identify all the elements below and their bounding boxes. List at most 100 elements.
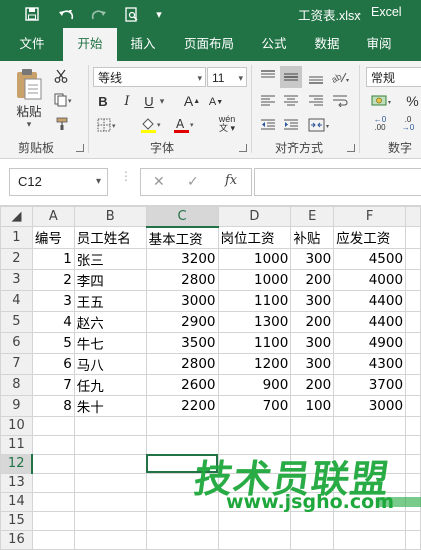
- clipboard-launcher-icon[interactable]: [76, 144, 84, 152]
- orientation-icon[interactable]: ab ▾: [330, 67, 352, 87]
- row-header[interactable]: 11: [0, 434, 33, 455]
- cell-g12[interactable]: [405, 453, 421, 474]
- cell-a4[interactable]: 3: [31, 289, 75, 312]
- cell-c6[interactable]: 3500: [145, 331, 219, 354]
- cell-e6[interactable]: 300: [290, 331, 335, 354]
- cell-g5[interactable]: [405, 310, 421, 333]
- column-header-f[interactable]: F: [333, 206, 407, 227]
- cell-g1[interactable]: [405, 226, 421, 249]
- cell-b2[interactable]: 张三: [73, 247, 147, 270]
- cell-b7[interactable]: 马八: [73, 352, 147, 375]
- cell-a8[interactable]: 7: [31, 373, 75, 396]
- cell-d16[interactable]: [217, 529, 292, 550]
- cell-e1[interactable]: 补贴: [290, 226, 335, 249]
- cell-f4[interactable]: 4400: [333, 289, 407, 312]
- cell-e4[interactable]: 300: [290, 289, 335, 312]
- cell-b14[interactable]: [73, 491, 147, 512]
- cell-a14[interactable]: [31, 491, 75, 512]
- cell-d9[interactable]: 700: [217, 394, 292, 417]
- cell-g13[interactable]: [405, 472, 421, 493]
- chevron-down-icon[interactable]: ▾: [96, 169, 101, 195]
- cell-b1[interactable]: 员工姓名: [73, 226, 147, 249]
- cell-d8[interactable]: 900: [217, 373, 292, 396]
- wrap-text-icon[interactable]: [330, 92, 350, 110]
- cell-d5[interactable]: 1300: [217, 310, 292, 333]
- cell-e3[interactable]: 200: [290, 268, 335, 291]
- percent-button[interactable]: %: [404, 92, 421, 110]
- underline-button[interactable]: U: [142, 92, 156, 110]
- cell-e16[interactable]: [290, 529, 335, 550]
- cell-a13[interactable]: [31, 472, 75, 493]
- cell-d2[interactable]: 1000: [217, 247, 292, 270]
- tab-data[interactable]: 数据: [305, 28, 349, 61]
- row-header[interactable]: 4: [0, 289, 33, 312]
- cell-d3[interactable]: 1000: [217, 268, 292, 291]
- select-all-corner[interactable]: ◢: [0, 206, 33, 227]
- cell-g16[interactable]: [405, 529, 421, 550]
- align-center-icon[interactable]: [281, 92, 301, 110]
- cell-a16[interactable]: [31, 529, 75, 550]
- insert-function-icon[interactable]: fx: [225, 173, 237, 188]
- increase-decimal-button[interactable]: ←0.00: [368, 114, 392, 134]
- tab-page-layout[interactable]: 页面布局: [175, 28, 243, 61]
- row-header[interactable]: 6: [0, 331, 33, 354]
- cell-c8[interactable]: 2600: [145, 373, 219, 396]
- cell-d7[interactable]: 1200: [217, 352, 292, 375]
- cell-g2[interactable]: [405, 247, 421, 270]
- merge-center-icon[interactable]: ▾: [306, 116, 334, 134]
- column-header-g[interactable]: [405, 206, 421, 227]
- increase-indent-icon[interactable]: [281, 116, 301, 134]
- enter-icon[interactable]: ✓: [187, 173, 199, 190]
- cell-b13[interactable]: [73, 472, 147, 493]
- cell-f1[interactable]: 应发工资: [333, 226, 407, 249]
- save-icon[interactable]: [22, 3, 42, 25]
- paste-dropdown-icon[interactable]: ▾: [22, 119, 36, 129]
- cell-a15[interactable]: [31, 510, 75, 531]
- cell-d4[interactable]: 1100: [217, 289, 292, 312]
- decrease-font-button[interactable]: A ▼: [207, 94, 225, 110]
- formula-bar-splitter[interactable]: ⋮: [120, 170, 132, 191]
- cell-b8[interactable]: 任九: [73, 373, 147, 396]
- cell-a1[interactable]: 编号: [31, 226, 75, 249]
- cell-d1[interactable]: 岗位工资: [217, 226, 292, 249]
- cell-b3[interactable]: 李四: [73, 268, 147, 291]
- cell-b6[interactable]: 牛七: [73, 331, 147, 354]
- cell-e9[interactable]: 100: [290, 394, 335, 417]
- tab-formulas[interactable]: 公式: [252, 28, 296, 61]
- cell-g10[interactable]: [405, 415, 421, 436]
- column-header-c[interactable]: C: [145, 206, 219, 228]
- fill-color-icon[interactable]: ▾: [138, 116, 166, 134]
- cell-a2[interactable]: 1: [31, 247, 75, 270]
- cell-f8[interactable]: 3700: [333, 373, 407, 396]
- row-header[interactable]: 7: [0, 352, 33, 375]
- row-header[interactable]: 15: [0, 510, 33, 531]
- redo-icon[interactable]: [86, 3, 114, 25]
- row-header[interactable]: 2: [0, 247, 33, 270]
- align-middle-icon[interactable]: [280, 66, 302, 88]
- phonetic-guide-button[interactable]: wén 文 ▾: [214, 114, 240, 134]
- cell-g6[interactable]: [405, 331, 421, 354]
- cell-c10[interactable]: [145, 415, 219, 436]
- cell-g9[interactable]: [405, 394, 421, 417]
- font-name-dropdown[interactable]: 等线 ▾: [93, 67, 206, 87]
- cell-a5[interactable]: 4: [31, 310, 75, 333]
- cell-c1[interactable]: 基本工资: [145, 226, 219, 249]
- cell-a9[interactable]: 8: [31, 394, 75, 417]
- decrease-decimal-button[interactable]: .0 →0: [396, 114, 420, 134]
- row-header[interactable]: 5: [0, 310, 33, 333]
- cell-c15[interactable]: [145, 510, 219, 531]
- row-header[interactable]: 10: [0, 415, 33, 436]
- row-header[interactable]: 12: [0, 453, 34, 474]
- cell-c2[interactable]: 3200: [145, 247, 219, 270]
- cell-b11[interactable]: [73, 434, 147, 455]
- number-format-dropdown[interactable]: 常规: [366, 67, 421, 87]
- cell-c9[interactable]: 2200: [145, 394, 219, 417]
- cell-d15[interactable]: [217, 510, 292, 531]
- cell-b9[interactable]: 朱十: [73, 394, 147, 417]
- cell-a3[interactable]: 2: [31, 268, 75, 291]
- cell-e10[interactable]: [290, 415, 335, 436]
- cell-g15[interactable]: [405, 510, 421, 531]
- column-header-b[interactable]: B: [73, 206, 147, 227]
- cell-f10[interactable]: [333, 415, 407, 436]
- borders-icon[interactable]: ▾: [95, 116, 121, 134]
